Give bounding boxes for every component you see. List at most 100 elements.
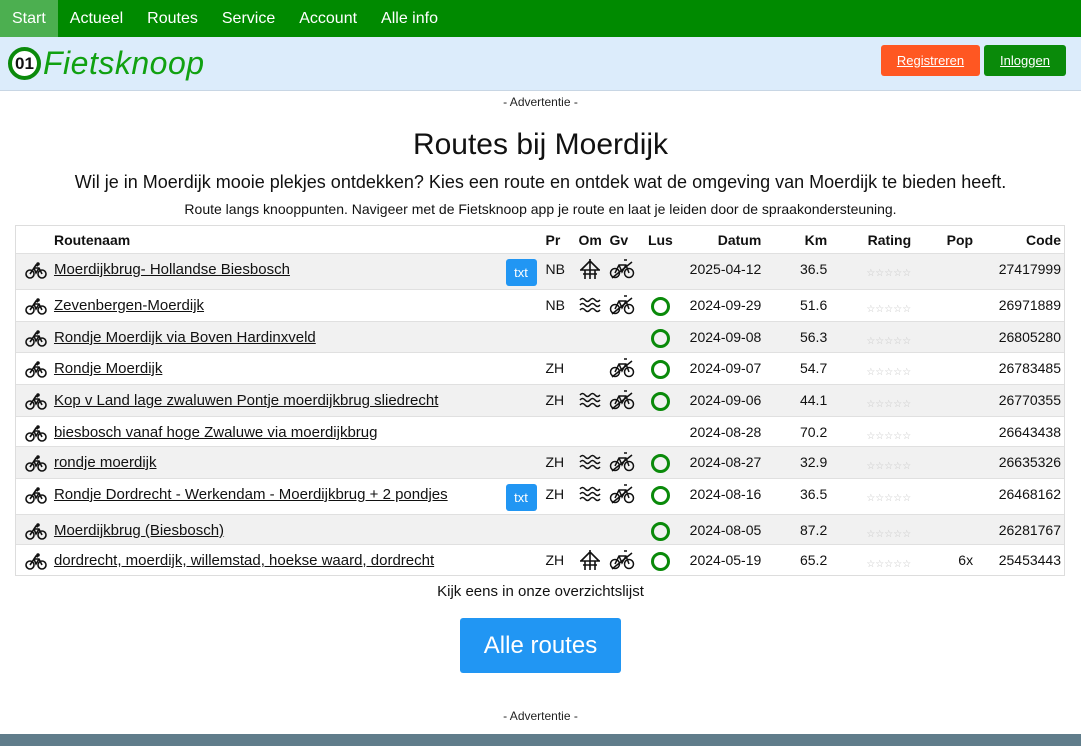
route-date: 2024-09-07 [689,360,762,376]
province: ZH [545,552,565,568]
route-date: 2025-04-12 [689,261,762,277]
water-icon [578,483,609,503]
gravel-bike-icon [609,357,640,379]
logo[interactable]: 01 Fietsknoop [8,45,205,82]
route-code: 25453443 [998,552,1062,568]
route-date: 2024-09-08 [689,329,762,345]
bicycle-icon [25,329,54,347]
footer-bar [0,734,1081,746]
nav-account[interactable]: Account [287,0,369,37]
table-row: dordrecht, moerdijk, willemstad, hoekse … [16,545,1064,575]
top-nav: Start Actueel Routes Service Account All… [0,0,1081,37]
nav-start[interactable]: Start [0,0,58,37]
route-name-link[interactable]: Moerdijkbrug- Hollandse Biesbosch [54,261,290,278]
route-km: 70.2 [799,424,828,440]
col-pop[interactable]: Pop [911,232,973,248]
nav-routes[interactable]: Routes [135,0,210,37]
bicycle-icon [25,552,54,570]
route-km: 36.5 [799,486,828,502]
bicycle-icon [25,522,54,540]
col-gv[interactable]: Gv [609,232,640,248]
gravel-bike-icon [609,549,640,571]
nav-service[interactable]: Service [210,0,287,37]
table-row: Rondje Dordrecht - Werkendam - Moerdijkb… [16,479,1064,515]
gravel-bike-icon [609,483,640,505]
logo-text: Fietsknoop [43,45,205,81]
col-km[interactable]: Km [761,232,828,248]
all-routes-button[interactable]: Alle routes [460,618,621,673]
route-code: 27417999 [998,261,1062,277]
rating-stars: ☆☆☆☆☆ [866,493,912,504]
route-code: 26770355 [998,392,1062,408]
bicycle-icon [25,261,54,279]
table-row: Rondje Moerdijk via Boven Hardinxveld 202… [16,322,1064,353]
rating-stars: ☆☆☆☆☆ [866,304,912,315]
route-name-link[interactable]: Rondje Dordrecht - Werkendam - Moerdijkb… [54,486,448,503]
col-datum[interactable]: Datum [680,232,762,248]
nav-alle-info[interactable]: Alle info [369,0,450,37]
rating-stars: ☆☆☆☆☆ [866,367,912,378]
rating-stars: ☆☆☆☆☆ [866,336,912,347]
route-name-link[interactable]: Kop v Land lage zwaluwen Pontje moerdijk… [54,392,438,409]
rating-stars: ☆☆☆☆☆ [866,461,912,472]
route-km: 87.2 [799,522,828,538]
route-name-link[interactable]: dordrecht, moerdijk, willemstad, hoekse … [54,552,434,569]
table-row: Zevenbergen-Moerdijk NB 2024-09-29 51.6 ☆☆☆☆… [16,290,1064,322]
gravel-bike-icon [609,389,640,411]
col-code[interactable]: Code [973,232,1064,248]
route-name-link[interactable]: Zevenbergen-Moerdijk [54,297,204,314]
route-name-link[interactable]: rondje moerdijk [54,454,157,471]
route-date: 2024-09-29 [689,297,762,313]
route-km: 44.1 [799,392,828,408]
col-rating[interactable]: Rating [827,232,912,248]
txt-button[interactable]: txt [505,259,537,286]
loop-icon [650,329,670,348]
col-om[interactable]: Om [578,232,609,248]
route-popularity [911,385,973,392]
route-code: 26281767 [998,522,1062,538]
page-subtitle: Wil je in Moerdijk mooie plekjes ontdekk… [74,172,1007,192]
route-name-link[interactable]: Moerdijkbrug (Biesbosch) [54,522,224,539]
page-description: Route langs knooppunten. Navigeer met de… [184,201,897,217]
route-name-link[interactable]: Rondje Moerdijk [54,360,162,377]
route-code: 26971889 [998,297,1062,313]
route-name-link[interactable]: biesbosch vanaf hoge Zwaluwe via moerdij… [54,424,378,441]
province: ZH [545,454,565,470]
route-km: 54.7 [799,360,828,376]
route-km: 32.9 [799,454,828,470]
province: ZH [545,486,565,502]
water-icon [578,389,609,409]
bicycle-icon [25,454,54,472]
route-name-link[interactable]: Rondje Moerdijk via Boven Hardinxveld [54,329,316,346]
overview-text: Kijk eens in onze overzichtslijst [437,583,644,600]
col-routenaam[interactable]: Routenaam [54,232,506,248]
table-row: biesbosch vanaf hoge Zwaluwe via moerdij… [16,417,1064,447]
route-popularity [911,515,973,522]
login-button[interactable]: Inloggen [984,45,1066,76]
route-code: 26643438 [998,424,1062,440]
register-button[interactable]: Registreren [881,45,980,76]
province: NB [545,297,565,313]
route-date: 2024-08-05 [689,522,762,538]
bicycle-icon [25,297,54,315]
col-pr[interactable]: Pr [546,232,579,248]
route-popularity [911,322,973,329]
route-popularity [911,290,973,297]
province: NB [545,261,565,277]
province [546,322,579,329]
table-row: Kop v Land lage zwaluwen Pontje moerdijk… [16,385,1064,417]
table-row: rondje moerdijk ZH 2024-08-27 32.9 ☆☆☆☆☆ 2663… [16,447,1064,479]
route-date: 2024-08-27 [689,454,762,470]
site-header: 01 Fietsknoop Registreren Inloggen [0,37,1081,91]
province [546,417,579,424]
txt-button[interactable]: txt [505,484,537,511]
route-date: 2024-08-16 [689,486,762,502]
bicycle-icon [25,424,54,442]
advertisement-label: - Advertentie - [503,95,578,109]
water-icon [578,294,609,314]
nav-actueel[interactable]: Actueel [58,0,135,37]
col-lus[interactable]: Lus [640,232,680,248]
loop-icon [650,486,670,505]
bicycle-icon [25,360,54,378]
route-code: 26635326 [998,454,1062,470]
